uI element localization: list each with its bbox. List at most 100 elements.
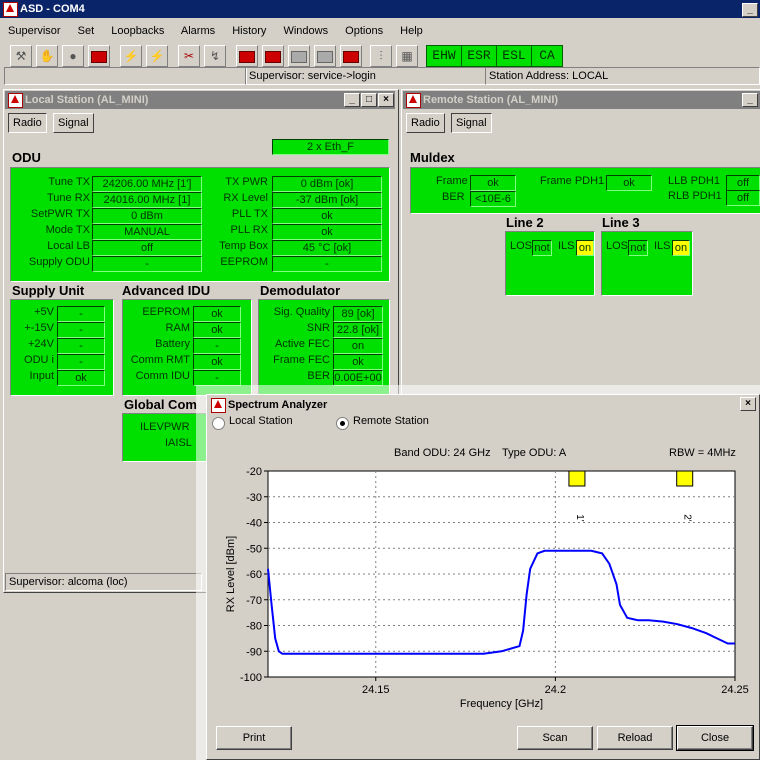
idu-label-2: Battery bbox=[155, 338, 190, 350]
local-maximize-button[interactable]: □ bbox=[361, 93, 377, 107]
odu-left-value-2: 0 dBm bbox=[92, 208, 202, 224]
odu-right-label-0: TX PWR bbox=[225, 176, 268, 188]
x-axis-label: Frequency [GHz] bbox=[460, 698, 543, 710]
global-ilevpwr-label: ILEVPWR bbox=[140, 421, 190, 433]
unit-red-1-icon[interactable] bbox=[236, 45, 258, 67]
y-tick-label-2: -40 bbox=[246, 518, 262, 530]
muldex-frame-label: Frame bbox=[436, 175, 468, 187]
spectrum-icon[interactable]: ⫶ bbox=[370, 45, 392, 67]
menu-set[interactable]: Set bbox=[78, 25, 95, 37]
spectrum-window-icon bbox=[211, 398, 226, 413]
scan-button[interactable]: Scan bbox=[517, 726, 593, 750]
muldex-frame-pdh-label: Frame PDH1 bbox=[540, 175, 605, 187]
antenna-remote-icon[interactable]: ⚡ bbox=[146, 45, 168, 67]
local-title-bar: Local Station (AL_MINI) bbox=[5, 91, 395, 109]
unit-gray-2-icon[interactable] bbox=[314, 45, 336, 67]
demod-label-3: Frame FEC bbox=[273, 354, 330, 366]
x-tick-label-0: 24.15 bbox=[362, 684, 390, 696]
marker-2-box bbox=[676, 470, 694, 487]
close-button[interactable]: Close bbox=[676, 725, 754, 751]
status-station: Station Address: LOCAL bbox=[485, 67, 760, 85]
muldex-rlb-value: off bbox=[726, 190, 760, 206]
muldex-section-title: Muldex bbox=[410, 150, 455, 165]
muldex-llb-value: off bbox=[726, 175, 760, 191]
remote-tab-radio[interactable]: Radio bbox=[406, 113, 445, 133]
connect-icon[interactable]: ⚒ bbox=[10, 45, 32, 67]
radio-local-label[interactable]: Local Station bbox=[229, 415, 293, 427]
idu-value-2: - bbox=[193, 338, 241, 354]
idu-label-1: RAM bbox=[165, 322, 190, 334]
grid-icon[interactable]: ▦ bbox=[396, 45, 418, 67]
local-close-button[interactable]: × bbox=[378, 93, 394, 107]
menu-loopbacks[interactable]: Loopbacks bbox=[111, 25, 164, 37]
menu-options[interactable]: Options bbox=[345, 25, 383, 37]
y-tick-label-0: -20 bbox=[246, 466, 262, 478]
supply-value-0: - bbox=[57, 306, 105, 322]
radio-remote-station[interactable] bbox=[336, 417, 349, 430]
supply-value-4: ok bbox=[57, 370, 105, 386]
demod-label-1: SNR bbox=[306, 322, 330, 334]
unit-red-2-icon[interactable] bbox=[262, 45, 284, 67]
local-eth-indicator: 2 x Eth_F bbox=[272, 139, 389, 155]
menu-bar: Supervisor Set Loopbacks Alarms History … bbox=[8, 23, 437, 39]
y-tick-label-7: -90 bbox=[246, 646, 262, 658]
demod-value-0: 89 [ok] bbox=[333, 306, 383, 322]
demod-label-2: Active FEC bbox=[274, 338, 330, 350]
odu-right-label-1: RX Level bbox=[223, 192, 268, 204]
spectrum-title-bar: Spectrum Analyzer bbox=[208, 396, 758, 414]
menu-help[interactable]: Help bbox=[400, 25, 423, 37]
remote-window-icon bbox=[406, 93, 421, 108]
remote-tab-signal[interactable]: Signal bbox=[451, 113, 492, 133]
disconnect-icon[interactable]: ✋ bbox=[36, 45, 58, 67]
odu-left-label-0: Tune TX bbox=[48, 176, 90, 188]
remote-title-bar: Remote Station (AL_MINI) bbox=[403, 91, 760, 109]
spectrum-close-button[interactable]: × bbox=[740, 397, 756, 411]
tools-icon[interactable]: ✂ bbox=[178, 45, 200, 67]
status-blank bbox=[4, 67, 247, 85]
y-axis-label: RX Level [dBm] bbox=[225, 536, 237, 612]
odu-left-label-1: Tune RX bbox=[46, 192, 90, 204]
odu-left-label-4: Local LB bbox=[47, 240, 90, 252]
x-tick-label-2: 24.25 bbox=[721, 684, 749, 696]
odu-right-value-5: - bbox=[272, 256, 382, 272]
minimize-button[interactable]: _ bbox=[742, 3, 758, 17]
menu-supervisor[interactable]: Supervisor bbox=[8, 25, 61, 37]
type-odu-text: Type ODU: A bbox=[502, 447, 567, 459]
supply-label-2: +24V bbox=[28, 338, 54, 350]
print-button[interactable]: Print bbox=[216, 726, 292, 750]
unit-red-3-icon[interactable] bbox=[340, 45, 362, 67]
supply-value-2: - bbox=[57, 338, 105, 354]
marker-1-label: 1' bbox=[574, 514, 585, 522]
line3-los-value: not bbox=[628, 240, 648, 256]
line3-ils-label: ILS bbox=[654, 240, 671, 252]
menu-windows[interactable]: Windows bbox=[283, 25, 328, 37]
loopback-icon[interactable]: ↯ bbox=[204, 45, 226, 67]
menu-alarms[interactable]: Alarms bbox=[181, 25, 215, 37]
local-minimize-button[interactable]: _ bbox=[344, 93, 360, 107]
spectrum-window-title: Spectrum Analyzer bbox=[228, 399, 328, 411]
radio-local-station[interactable] bbox=[212, 417, 225, 430]
main-title-bar: ASD - COM4 bbox=[0, 0, 760, 18]
odu-right-label-4: Temp Box bbox=[219, 240, 268, 252]
radio-remote-label[interactable]: Remote Station bbox=[353, 415, 429, 427]
local-tab-signal[interactable]: Signal bbox=[53, 113, 94, 133]
idu-value-3: ok bbox=[193, 354, 241, 370]
antenna-local-icon[interactable]: ⚡ bbox=[120, 45, 142, 67]
line2-ils-value: on bbox=[576, 240, 594, 256]
stop-icon[interactable]: ● bbox=[62, 45, 84, 67]
unit-gray-1-icon[interactable] bbox=[288, 45, 310, 67]
remote-window-title: Remote Station (AL_MINI) bbox=[423, 94, 559, 106]
record-icon[interactable] bbox=[88, 45, 110, 67]
global-iaisl-label: IAISL bbox=[165, 437, 192, 449]
remote-minimize-button[interactable]: _ bbox=[742, 93, 758, 107]
y-tick-label-5: -70 bbox=[246, 595, 262, 607]
muldex-frame-pdh-value: ok bbox=[606, 175, 652, 191]
local-tab-radio[interactable]: Radio bbox=[8, 113, 47, 133]
odu-left-label-5: Supply ODU bbox=[28, 256, 90, 268]
reload-button[interactable]: Reload bbox=[597, 726, 673, 750]
marker-1-box bbox=[568, 470, 586, 487]
y-tick-label-8: -100 bbox=[240, 672, 262, 684]
odu-left-value-1: 24016.00 MHz [1] bbox=[92, 192, 202, 208]
menu-history[interactable]: History bbox=[232, 25, 266, 37]
idu-label-0: EEPROM bbox=[142, 306, 190, 318]
